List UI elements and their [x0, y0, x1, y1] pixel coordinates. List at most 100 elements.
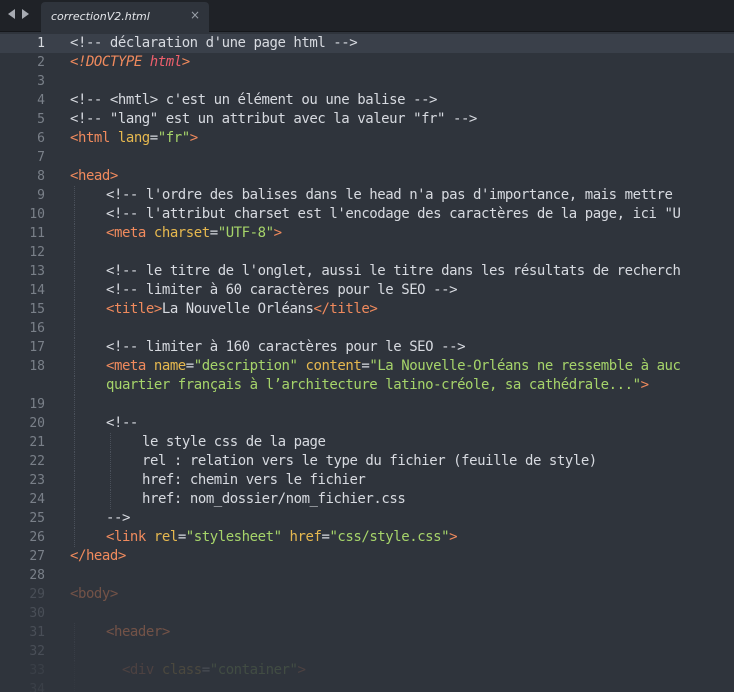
indent-guide	[110, 433, 111, 452]
code-line[interactable]: 11 <meta charset="UTF-8">	[0, 224, 734, 243]
code-line[interactable]: 30	[0, 604, 734, 623]
code-line[interactable]: 29 <body>	[0, 585, 734, 604]
indent-guide	[74, 262, 75, 281]
indent-guide	[74, 433, 75, 452]
indent-guide	[74, 357, 75, 376]
code-line[interactable]: 15 <title>La Nouvelle Orléans</title>	[0, 300, 734, 319]
close-icon[interactable]: ×	[190, 8, 200, 22]
code-line[interactable]: 23 href: chemin vers le fichier	[0, 471, 734, 490]
arrow-right-icon[interactable]	[22, 9, 29, 19]
token-tag: <div	[106, 662, 162, 678]
line-number: 26	[29, 530, 45, 545]
code-line[interactable]: 18 <meta name="description" content="La N…	[0, 357, 734, 376]
code-line[interactable]: 20 <!--	[0, 414, 734, 433]
line-number: 33	[29, 663, 45, 678]
token-tag: >	[640, 377, 649, 393]
code-line[interactable]: 9 <!-- l'ordre des balises dans le head n…	[0, 186, 734, 205]
line-number: 3	[37, 74, 45, 89]
code-line[interactable]: 5 <!-- "lang" est un attribut avec la val…	[0, 110, 734, 129]
code-line[interactable]: 17 <!-- limiter à 160 caractères pour le …	[0, 338, 734, 357]
token-doctype: >	[181, 54, 190, 70]
token-docname: html	[149, 54, 182, 70]
tab-bar: correctionV2.html ×	[0, 0, 734, 32]
token-str: "UTF-8"	[217, 225, 274, 241]
line-text: <title>La Nouvelle Orléans</title>	[106, 300, 378, 319]
line-number: 20	[29, 416, 45, 431]
line-number: 2	[37, 55, 45, 70]
code-line[interactable]: 12	[0, 243, 734, 262]
code-line[interactable]: 28	[0, 566, 734, 585]
code-line[interactable]: 26 <link rel="stylesheet" href="css/style…	[0, 528, 734, 547]
code-line[interactable]: 6 <html lang="fr">	[0, 129, 734, 148]
token-comment: -->	[106, 510, 130, 526]
code-line[interactable]: 19	[0, 395, 734, 414]
line-text: quartier français à l’architecture latin…	[106, 376, 649, 395]
code-line[interactable]: 10 <!-- l'attribut charset est l'encodage…	[0, 205, 734, 224]
code-line[interactable]: 21 le style css de la page	[0, 433, 734, 452]
token-tag: <meta	[106, 225, 154, 241]
code-line[interactable]: 3	[0, 72, 734, 91]
code-line[interactable]: 16	[0, 319, 734, 338]
line-number: 11	[29, 226, 45, 241]
line-text: <head>	[70, 167, 118, 186]
line-number: 27	[29, 549, 45, 564]
token-attr: rel	[153, 529, 178, 545]
token-comment: <!-- limiter à 160 caractères pour le SE…	[106, 339, 466, 355]
line-text: <!-- déclaration d'une page html -->	[70, 34, 358, 53]
token-tag: </head>	[70, 548, 126, 564]
code-line[interactable]: 31 <header>	[0, 623, 734, 642]
code-line[interactable]: 4 <!-- <hmtl> c'est un élément ou une bal…	[0, 91, 734, 110]
token-comment: href: chemin vers le fichier	[142, 472, 366, 488]
token-tag: <html	[70, 130, 118, 146]
code-line[interactable]: 25 -->	[0, 509, 734, 528]
line-number: 12	[29, 245, 45, 260]
line-text: href: chemin vers le fichier	[142, 471, 366, 490]
code-line[interactable]: 8 <head>	[0, 167, 734, 186]
code-line[interactable]: 32	[0, 642, 734, 661]
code-line[interactable]: 13 <!-- le titre de l'onglet, aussi le ti…	[0, 262, 734, 281]
token-tag: >	[449, 529, 458, 545]
code-line[interactable]: 2 <!DOCTYPE html>	[0, 53, 734, 72]
code-line[interactable]: 34	[0, 680, 734, 692]
token-comment: rel : relation vers le type du fichier (…	[142, 453, 597, 469]
line-number: 4	[37, 93, 45, 108]
token-attr: name	[153, 358, 186, 374]
line-number: 6	[37, 131, 45, 146]
code-line[interactable]: 24 href: nom_dossier/nom_fichier.css	[0, 490, 734, 509]
line-text: <!--	[106, 414, 138, 433]
token-tag: <head>	[70, 168, 118, 184]
code-editor[interactable]: 1 <!-- déclaration d'une page html --> 2 <!…	[0, 32, 734, 692]
indent-guide	[74, 414, 75, 433]
indent-guide	[74, 528, 75, 547]
indent-guide	[74, 680, 75, 692]
line-number: 15	[29, 302, 45, 317]
code-line[interactable]: 27 </head>	[0, 547, 734, 566]
indent-guide	[74, 395, 75, 414]
indent-guide	[74, 509, 75, 528]
line-text: </head>	[70, 547, 126, 566]
arrow-left-icon[interactable]	[8, 9, 15, 19]
code-lines[interactable]: 1 <!-- déclaration d'une page html --> 2 <!…	[0, 32, 734, 692]
code-line[interactable]: 22 rel : relation vers le type du fichier…	[0, 452, 734, 471]
line-text: <!DOCTYPE html>	[70, 53, 190, 72]
line-text: href: nom_dossier/nom_fichier.css	[142, 490, 406, 509]
code-line[interactable]: quartier français à l’architecture latin…	[0, 376, 734, 395]
indent-guide	[74, 281, 75, 300]
line-text: <!-- "lang" est un attribut avec la vale…	[70, 110, 477, 129]
line-text: -->	[106, 509, 130, 528]
code-line[interactable]: 7	[0, 148, 734, 167]
line-text: <meta name="description" content="La Nou…	[106, 357, 681, 376]
tab-file[interactable]: correctionV2.html ×	[41, 2, 209, 32]
code-line[interactable]: 14 <!-- limiter à 60 caractères pour le S…	[0, 281, 734, 300]
line-number: 22	[29, 454, 45, 469]
token-text: =	[209, 225, 218, 241]
token-text: =	[177, 529, 186, 545]
line-number: 25	[29, 511, 45, 526]
indent-guide	[74, 224, 75, 243]
code-line[interactable]: 1 <!-- déclaration d'une page html -->	[0, 34, 734, 53]
line-number: 13	[29, 264, 45, 279]
indent-guide	[74, 471, 75, 490]
tab-label: correctionV2.html	[51, 10, 150, 23]
code-line[interactable]: 33 <div class="container">	[0, 661, 734, 680]
